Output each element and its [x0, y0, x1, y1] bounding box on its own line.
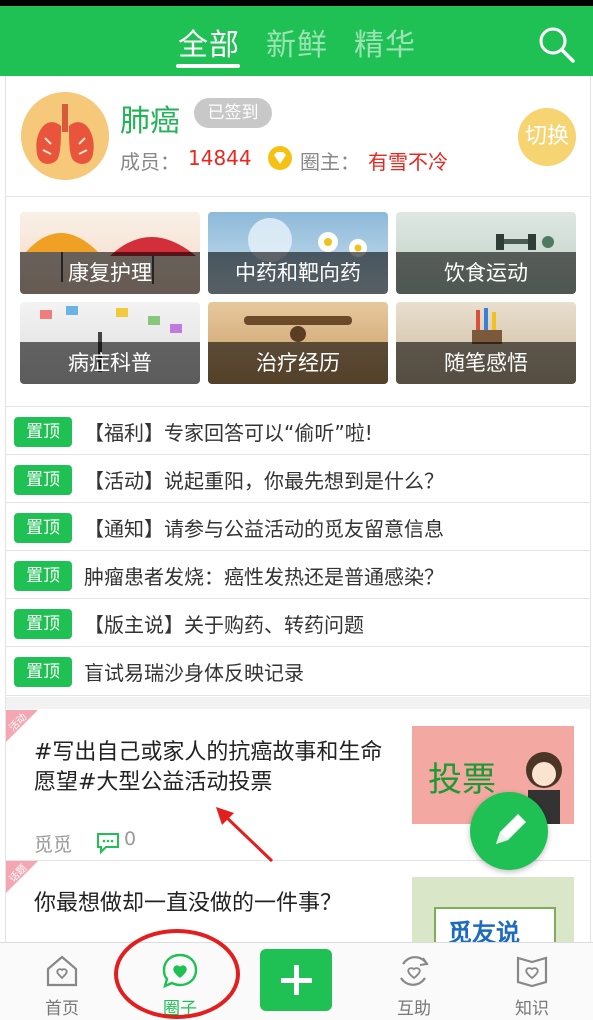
category-label: 治疗经历: [256, 351, 340, 375]
pinned-tag: 置顶: [14, 657, 72, 687]
annotation-circle: [114, 929, 240, 1019]
pencil-icon: [496, 814, 526, 844]
pinned-item[interactable]: 置顶 盲试易瑞沙身体反映记录: [6, 646, 590, 696]
comment-icon: [97, 833, 119, 854]
bottom-nav: 首页 圈子 互助 知识: [0, 942, 593, 1020]
circle-info: 肺癌 已签到 成员： 14844 圈主： 有雪不冷 切换: [6, 76, 590, 196]
category-medicine[interactable]: 中药和靶向药: [208, 212, 388, 294]
nav-label: 知识: [515, 999, 549, 1019]
owner-label: 圈主：: [300, 150, 360, 174]
post-title: 你最想做却一直没做的一件事？: [34, 891, 343, 916]
pinned-title: 肿瘤患者发烧：癌性发热还是普通感染？: [84, 565, 444, 589]
pinned-tag: 置顶: [14, 609, 72, 639]
pinned-item[interactable]: 置顶 【福利】专家回答可以“偷听”啦!: [6, 406, 590, 455]
add-post-button[interactable]: [260, 949, 332, 1011]
lung-icon: [21, 92, 109, 180]
nav-knowledge[interactable]: 知识: [492, 949, 572, 1019]
comment-count: 0: [124, 828, 137, 850]
nav-label: 首页: [45, 999, 79, 1019]
pinned-tag: 置顶: [14, 513, 72, 543]
signed-badge: 已签到: [194, 98, 272, 128]
knowledge-icon: [516, 956, 548, 988]
pinned-tag: 置顶: [14, 465, 72, 495]
pinned-title: 【版主说】关于购药、转药问题: [84, 613, 364, 637]
pinned-list: 置顶 【福利】专家回答可以“偷听”啦! 置顶 【活动】说起重阳，你最先想到是什么…: [6, 406, 590, 696]
diamond-icon: [268, 146, 292, 170]
post-author[interactable]: 觅觅: [34, 830, 72, 857]
category-diet-exercise[interactable]: 饮食运动: [396, 212, 576, 294]
category-rehab[interactable]: 康复护理: [20, 212, 200, 294]
pinned-title: 盲试易瑞沙身体反映记录: [84, 661, 304, 685]
help-icon: [400, 956, 429, 986]
members-count: 14844: [188, 146, 252, 170]
pinned-title: 【活动】说起重阳，你最先想到是什么？: [84, 469, 444, 493]
circle-avatar[interactable]: [21, 92, 109, 180]
category-treatment[interactable]: 治疗经历: [208, 302, 388, 384]
compose-fab[interactable]: [470, 792, 548, 870]
tab-fresh[interactable]: 新鲜: [266, 20, 328, 64]
owner-name[interactable]: 有雪不冷: [368, 146, 448, 175]
plus-icon: [281, 965, 312, 995]
nav-help[interactable]: 互助: [374, 949, 454, 1019]
post-title: #写出自己或家人的抗癌故事和生命愿望#大型公益活动投票: [34, 740, 383, 795]
tab-featured[interactable]: 精华: [354, 20, 416, 64]
pinned-item[interactable]: 置顶 【通知】请参与公益活动的觅友留意信息: [6, 502, 590, 551]
category-label: 饮食运动: [444, 261, 528, 285]
pinned-item[interactable]: 置顶 【活动】说起重阳，你最先想到是什么？: [6, 454, 590, 503]
search-icon[interactable]: [536, 24, 576, 64]
nav-label: 互助: [397, 999, 431, 1019]
top-header: 全部 新鲜 精华: [0, 6, 593, 76]
divider: [6, 196, 590, 197]
pinned-tag: 置顶: [14, 561, 72, 591]
pinned-title: 【通知】请参与公益活动的觅友留意信息: [84, 517, 444, 541]
category-essays[interactable]: 随笔感悟: [396, 302, 576, 384]
category-label: 康复护理: [68, 261, 152, 285]
category-disease-science[interactable]: 病症科普: [20, 302, 200, 384]
pinned-item[interactable]: 置顶 肿瘤患者发烧：癌性发热还是普通感染？: [6, 550, 590, 599]
section-gap: [6, 697, 590, 709]
pinned-tag: 置顶: [14, 417, 72, 447]
active-tab-indicator: [176, 64, 240, 68]
category-label: 病症科普: [68, 351, 152, 375]
switch-circle-button[interactable]: 切换: [518, 108, 576, 166]
pinned-item[interactable]: 置顶 【版主说】关于购药、转药问题: [6, 598, 590, 647]
circle-name: 肺癌: [120, 104, 180, 139]
home-icon: [46, 955, 78, 987]
pinned-title: 【福利】专家回答可以“偷听”啦!: [84, 421, 373, 445]
nav-home[interactable]: 首页: [22, 949, 102, 1019]
annotation-arrow: [216, 807, 274, 863]
category-label: 中药和靶向药: [235, 261, 361, 285]
members-label: 成员：: [120, 150, 180, 174]
tab-all[interactable]: 全部: [178, 20, 240, 64]
category-label: 随笔感悟: [444, 351, 528, 375]
